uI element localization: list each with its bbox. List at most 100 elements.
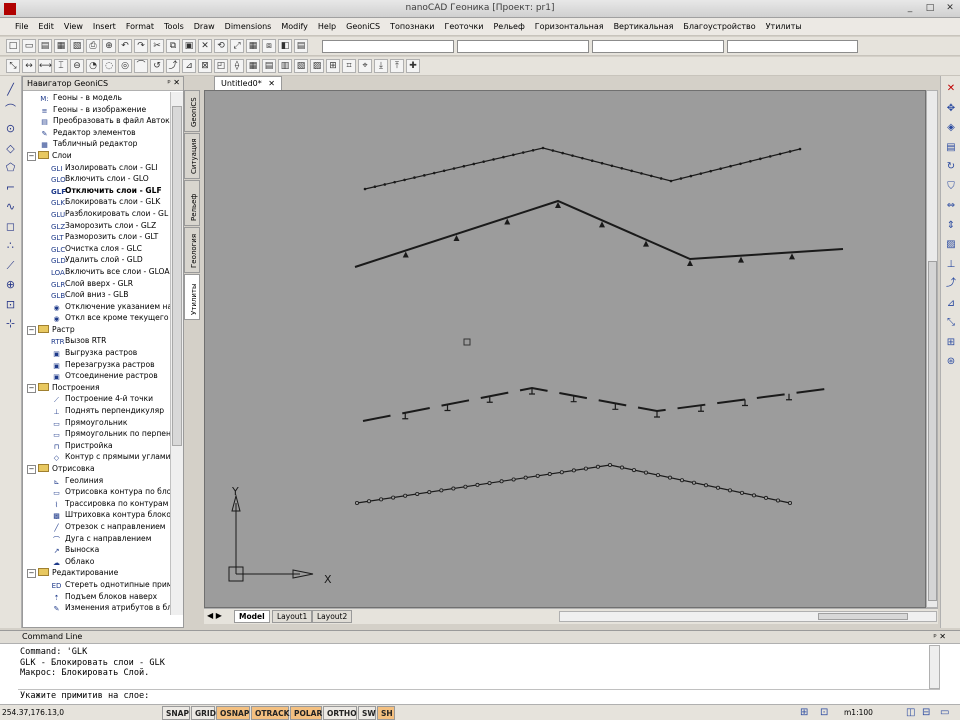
toolbar-tool-icon[interactable]: ↔ [22, 59, 36, 73]
toolbar-tool-icon[interactable]: ▧ [70, 39, 84, 53]
status-tray-icon[interactable]: ◫ [906, 707, 915, 718]
toolbar-tool-icon[interactable]: ⟠ [230, 59, 244, 73]
menu-item[interactable]: GeoniCS [341, 22, 385, 31]
toolbar-tool-icon[interactable]: ▦ [246, 59, 260, 73]
tree-item[interactable]: GLDУдалить слой - GLD [23, 254, 171, 266]
tree-item[interactable]: ⟋ Построение 4-й точки [23, 393, 171, 405]
tree-item[interactable]: ⊥ Поднять перпендикуляр [23, 405, 171, 417]
menu-item[interactable]: Горизонтальная [530, 22, 609, 31]
menu-item[interactable]: Благоустройство [678, 22, 760, 31]
side-tab[interactable]: Утилиты [184, 274, 200, 320]
toolbar-tool-icon[interactable]: ✂ [150, 39, 164, 53]
tree-item[interactable]: RTRВызов RTR [23, 335, 171, 347]
tree-item[interactable]: GLZЗаморозить слои - GLZ [23, 220, 171, 232]
toolbar-tool-icon[interactable]: ↷ [134, 39, 148, 53]
modify-tool-icon[interactable]: ⤴ [944, 277, 958, 291]
menu-item[interactable]: File [10, 22, 33, 31]
status-toggle-ortho[interactable]: ORTHO [323, 706, 357, 720]
toolbar-tool-icon[interactable]: ⤓ [374, 59, 388, 73]
menu-item[interactable]: Edit [33, 22, 59, 31]
tab-model[interactable]: Model [234, 610, 270, 623]
toolbar-tool-icon[interactable]: ⟲ [214, 39, 228, 53]
tree-item[interactable]: ◉ Отключение указанием на [23, 301, 171, 313]
tree-group[interactable]: − Отрисовка [23, 463, 171, 475]
menu-item[interactable]: Modify [276, 22, 313, 31]
color-combo[interactable] [457, 40, 589, 53]
toolbar-tool-icon[interactable]: ⊖ [70, 59, 84, 73]
modify-tool-icon[interactable]: ⤡ [944, 316, 958, 330]
menu-item[interactable]: Tools [159, 22, 189, 31]
menu-item[interactable]: Dimensions [220, 22, 277, 31]
tree-item[interactable]: GLI Изолировать слои - GLI [23, 162, 171, 174]
draw-tool-icon[interactable]: ∿ [3, 199, 18, 214]
toolbar-tool-icon[interactable]: ↺ [150, 59, 164, 73]
toolbar-tool-icon[interactable]: ⌖ [358, 59, 372, 73]
toolbar-tool-icon[interactable]: ▧ [294, 59, 308, 73]
toolbar-tool-icon[interactable]: ◎ [118, 59, 132, 73]
tree-item[interactable]: GLKБлокировать слои - GLK [23, 196, 171, 208]
tree-item[interactable]: ▭ Прямоугольник по перпенд [23, 428, 171, 440]
command-input[interactable]: Укажите примитив на слое: [20, 691, 149, 701]
close-icon[interactable]: ✕ [944, 3, 956, 14]
point-marker[interactable] [463, 338, 471, 346]
status-toggle-grid[interactable]: GRID [191, 706, 216, 720]
side-tab[interactable]: GeoniCS [184, 90, 200, 132]
toolbar-tool-icon[interactable]: ◌ [102, 59, 116, 73]
draw-tool-icon[interactable]: ◻ [3, 219, 18, 234]
modify-tool-icon[interactable]: ▨ [944, 238, 958, 252]
toolbar-tool-icon[interactable]: ✚ [406, 59, 420, 73]
status-tray-icon[interactable]: ⊟ [922, 707, 930, 718]
drawing-canvas[interactable]: Y X [204, 90, 926, 608]
collapse-icon[interactable]: − [27, 569, 36, 579]
tree-item[interactable]: GLFОтключить слои - GLF [23, 185, 171, 197]
tree-item[interactable]: ▩ Штриховка контура блоко [23, 509, 171, 521]
tree-item[interactable]: ⌇ Трассировка по контурам [23, 498, 171, 510]
tree-item[interactable]: GLCОчистка слоя - GLC [23, 243, 171, 255]
draw-tool-icon[interactable]: ∴ [3, 238, 18, 253]
tree-item[interactable]: GLRСлой вверх - GLR [23, 278, 171, 290]
draw-tool-icon[interactable]: ◇ [3, 141, 18, 156]
tree-item[interactable]: ▭ Отрисовка контура по бло [23, 486, 171, 498]
minimize-icon[interactable]: _ [904, 3, 916, 14]
collapse-icon[interactable]: − [27, 151, 36, 161]
menu-item[interactable]: Insert [88, 22, 121, 31]
tab-close-icon[interactable]: ✕ [268, 79, 275, 88]
draw-tool-icon[interactable]: ⊕ [3, 277, 18, 292]
tree-item[interactable]: LOAВключить все слои - GLOA [23, 266, 171, 278]
tree-item[interactable]: ◉ Откл все кроме текущего [23, 312, 171, 324]
menu-item[interactable]: Рельеф [488, 22, 529, 31]
polyline-circles[interactable] [354, 462, 793, 505]
menu-item[interactable]: Топознаки [385, 22, 439, 31]
layout-nav-icon[interactable]: ◀ ▶ [207, 611, 222, 620]
toolbar-tool-icon[interactable]: ⟷ [38, 59, 52, 73]
status-toggle-snap[interactable]: SNAP [162, 706, 190, 720]
toolbar-tool-icon[interactable]: ▤ [38, 39, 52, 53]
toolbar-tool-icon[interactable]: ▤ [262, 59, 276, 73]
annotation-scale[interactable]: m1:100 [844, 708, 873, 717]
tree-item[interactable]: M: Геоны - в модель [23, 92, 171, 104]
status-toggle-otrack[interactable]: OTRACK [251, 706, 289, 720]
menu-item[interactable]: Утилиты [761, 22, 807, 31]
toolbar-tool-icon[interactable]: ↶ [118, 39, 132, 53]
toolbar-tool-icon[interactable]: ▣ [182, 39, 196, 53]
status-toggle-osnap[interactable]: OSNAP [216, 706, 250, 720]
menu-item[interactable]: Help [313, 22, 341, 31]
toolbar-tool-icon[interactable]: ◔ [86, 59, 100, 73]
tree-item[interactable]: ╱ Отрезок с направлением [23, 521, 171, 533]
draw-tool-icon[interactable]: ⊹ [3, 316, 18, 331]
polyline-dashed[interactable] [362, 386, 834, 422]
tree-item[interactable]: ⇡ Подъем блоков наверх [23, 591, 171, 603]
linetype-combo[interactable] [592, 40, 724, 53]
draw-tool-icon[interactable]: ⊡ [3, 297, 18, 312]
toolbar-tool-icon[interactable]: ◰ [214, 59, 228, 73]
polyline-dotted-top[interactable] [363, 146, 802, 191]
modify-tool-icon[interactable]: ⊿ [944, 297, 958, 311]
tab-untitled0[interactable]: Untitled0* ✕ [214, 76, 282, 90]
toolbar-tool-icon[interactable]: ⊞ [326, 59, 340, 73]
tree-item[interactable]: ⊓ Пристройка [23, 440, 171, 452]
draw-tool-icon[interactable]: ⌐ [3, 180, 18, 195]
command-history-scrollbar[interactable] [929, 645, 940, 689]
tree-item[interactable]: ▭ Прямоугольник [23, 417, 171, 429]
tree-item[interactable]: GLTРазморозить слои - GLT [23, 231, 171, 243]
maximize-icon[interactable]: □ [924, 3, 936, 14]
